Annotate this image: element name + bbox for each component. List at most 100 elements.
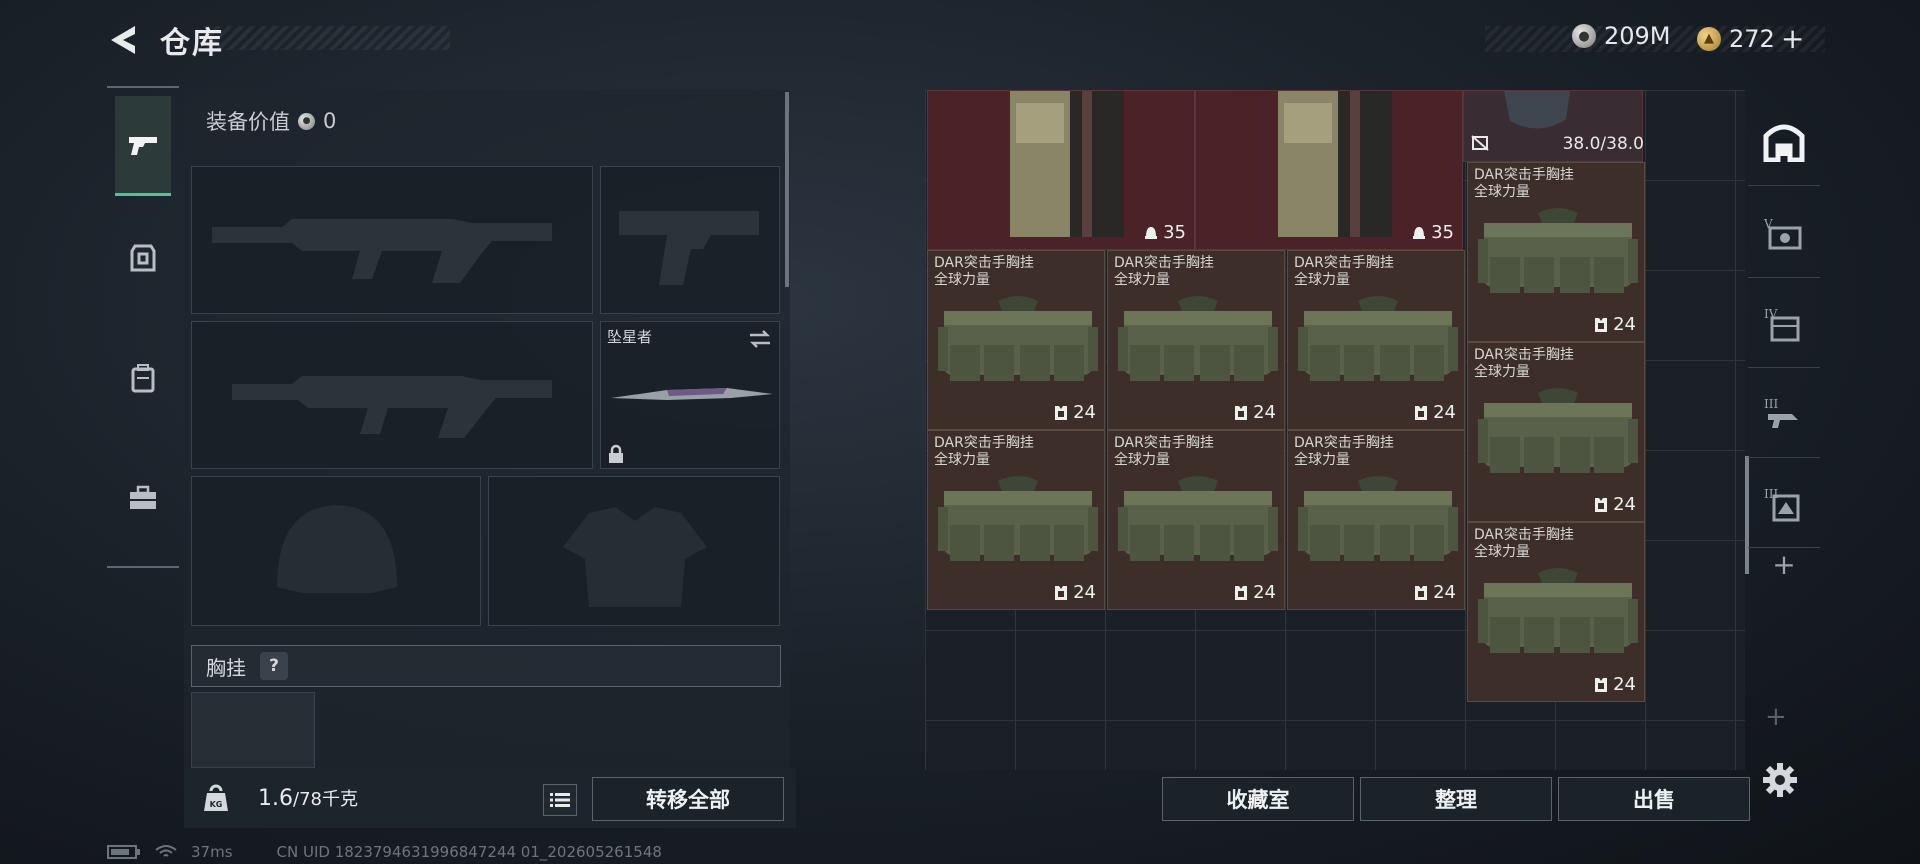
stash-item[interactable]: DAR突击手胸挂 全球力量 24 (927, 430, 1105, 610)
chest-rig-slot[interactable] (191, 692, 315, 768)
silver-currency: ● 209M (1572, 22, 1671, 50)
sort-button[interactable]: 整理 (1360, 777, 1552, 821)
chest-rig-item-icon (1118, 296, 1278, 381)
item-count: 24 (1594, 494, 1636, 515)
primary-weapon-slot[interactable] (191, 166, 593, 314)
item-count-value: 24 (1253, 582, 1276, 603)
item-count-value: 24 (1613, 314, 1636, 335)
item-count-value: 24 (1613, 494, 1636, 515)
vest-badge-icon (1235, 585, 1248, 600)
pistol-icon (129, 136, 157, 155)
nav-armor[interactable] (115, 208, 171, 308)
item-count: 24 (1234, 402, 1276, 423)
weight-readout: 1.6/78千克 (258, 785, 358, 811)
stash-item[interactable]: DAR突击手胸挂 全球力量 24 (1107, 430, 1285, 610)
item-name: DAR突击手胸挂 (1114, 435, 1214, 451)
item-name: DAR突击手胸挂 (1474, 347, 1574, 363)
list-view-button[interactable] (543, 784, 577, 816)
nav-weapons[interactable] (115, 96, 171, 196)
item-count-value: 24 (1073, 402, 1096, 423)
item-count-value: 24 (1253, 402, 1276, 423)
stash-item[interactable]: 35 (927, 90, 1195, 250)
stash-page-3[interactable]: III (1748, 370, 1820, 458)
chest-rig-item-icon (1298, 476, 1458, 561)
vest-badge-icon (1415, 405, 1428, 420)
chest-rig-item-icon (1478, 388, 1638, 473)
silver-amount: 209M (1604, 22, 1671, 50)
toolbox-icon (130, 485, 156, 509)
item-name: DAR突击手胸挂 (1294, 435, 1394, 451)
helmet-item-icon (1504, 91, 1570, 129)
collection-room-button[interactable]: 收藏室 (1162, 777, 1354, 821)
chest-rig-label: 胸挂 (206, 655, 246, 680)
help-button[interactable]: ? (260, 652, 288, 680)
stash-item[interactable]: DAR突击手胸挂 全球力量 24 (1107, 250, 1285, 430)
stash-item[interactable]: DAR突击手胸挂 全球力量 24 (1467, 162, 1645, 342)
armor-icon (130, 244, 156, 272)
stash-item[interactable]: DAR突击手胸挂 全球力量 24 (1467, 522, 1645, 702)
item-count-value: 35 (1431, 222, 1454, 243)
item-count: 35 (1144, 222, 1186, 243)
add-page-disabled: + (1765, 702, 1787, 732)
back-button[interactable] (105, 20, 145, 60)
add-page-button[interactable]: + (1748, 534, 1820, 594)
item-count: 24 (1414, 402, 1456, 423)
uid-readout: CN UID 1823794631996847244 01_2026052615… (276, 843, 662, 861)
chest-rig-item-icon (1478, 568, 1638, 653)
stash-page-main[interactable] (1748, 98, 1820, 186)
stash-page-5[interactable]: V (1748, 190, 1820, 278)
add-gold-button[interactable]: + (1781, 22, 1804, 55)
item-name: DAR突击手胸挂 (1474, 527, 1574, 543)
tertiary-weapon-slot[interactable] (191, 321, 593, 469)
stash-iv-icon: IV (1764, 307, 1800, 341)
helmet-slot[interactable] (191, 476, 481, 626)
body-armor-slot[interactable] (488, 476, 780, 626)
nav-toolbox[interactable] (115, 448, 171, 548)
chest-rig-item-icon (1478, 208, 1638, 293)
transfer-all-button[interactable]: 转移全部 (592, 777, 784, 821)
equipment-value-label: 装备价值 (206, 110, 290, 134)
vest-badge-icon (1595, 317, 1608, 332)
helmet-badge-icon (1145, 226, 1158, 239)
item-count-value: 24 (1433, 402, 1456, 423)
stash-page-4[interactable]: IV (1748, 280, 1820, 368)
sell-button[interactable]: 出售 (1558, 777, 1750, 821)
weight-indicator: KG (190, 772, 242, 824)
svg-text:III: III (1764, 487, 1778, 501)
stash-item[interactable]: DAR突击手胸挂 全球力量 24 (1467, 342, 1645, 522)
equipment-scrollbar[interactable] (785, 92, 789, 287)
status-bar: 37ms CN UID 1823794631996847244 01_20260… (107, 843, 662, 861)
secondary-weapon-slot[interactable] (600, 166, 780, 314)
svg-text:III: III (1764, 397, 1778, 411)
item-count-value: 35 (1163, 222, 1186, 243)
vest-badge-icon (1235, 405, 1248, 420)
chevron-left-icon (111, 26, 135, 54)
knife-icon (611, 388, 773, 400)
stash-item[interactable]: DAR突击手胸挂 全球力量 24 (927, 250, 1105, 430)
gold-amount: 272 (1729, 24, 1775, 53)
gold-currency[interactable]: ▲ 272 + (1697, 22, 1804, 55)
pistol-silhouette-icon (619, 211, 759, 285)
silver-coin-icon: ● (1572, 24, 1596, 48)
item-count-value: 24 (1073, 582, 1096, 603)
weight-capacity: /78千克 (293, 789, 358, 810)
item-name: DAR突击手胸挂 (1294, 255, 1394, 271)
vest-badge-icon (1055, 405, 1068, 420)
settings-button[interactable] (1762, 762, 1798, 802)
stash-v-icon: V (1763, 217, 1802, 249)
swap-icon[interactable] (747, 328, 773, 350)
ping-readout: 37ms (191, 843, 233, 861)
melee-slot[interactable]: 坠星者 (600, 321, 780, 469)
item-count: 24 (1234, 582, 1276, 603)
stash-item[interactable]: DAR突击手胸挂 全球力量 24 (1287, 250, 1465, 430)
current-weight: 1.6 (258, 786, 293, 811)
lock-icon (609, 444, 623, 463)
nav-backpack[interactable] (115, 328, 171, 428)
title-decoration (205, 26, 450, 50)
chest-rig-section-header: 胸挂 ? (191, 645, 781, 687)
stash-item[interactable]: 35 (1195, 90, 1463, 250)
item-name: DAR突击手胸挂 (934, 255, 1034, 271)
stash-item[interactable]: DAR突击手胸挂 全球力量 24 (1287, 430, 1465, 610)
chest-rig-item-icon (938, 296, 1098, 381)
battery-icon (107, 845, 140, 859)
